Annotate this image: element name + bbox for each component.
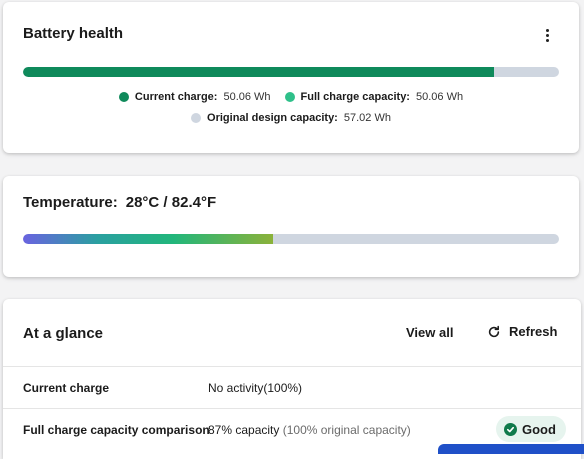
legend-design-capacity: Original design capacity: 57.02 Wh	[191, 112, 391, 124]
battery-health-card: Battery health Current charge: 50.06 Wh …	[3, 2, 579, 153]
temperature-value: 28°C / 82.4°F	[125, 194, 217, 211]
at-a-glance-card: At a glance View all Refresh Current cha…	[3, 299, 581, 459]
current-charge-label: Current charge	[23, 381, 110, 395]
legend-label: Original design capacity:	[207, 112, 338, 124]
status-badge: Good	[496, 416, 566, 442]
status-badge-label: Good	[522, 421, 556, 437]
temperature-fill	[23, 234, 274, 244]
capacity-percent: 87% capacity	[208, 423, 280, 437]
check-circle-icon	[504, 422, 517, 436]
legend-row: Current charge: 50.06 Wh Full charge cap…	[3, 91, 579, 103]
capacity-comparison-label: Full charge capacity comparison	[23, 423, 210, 437]
temperature-bar	[23, 234, 559, 244]
battery-charge-fill	[23, 67, 494, 77]
full-charge-dot-icon	[284, 92, 295, 102]
legend-label: Full charge capacity:	[300, 91, 410, 103]
floating-action-bar[interactable]	[438, 444, 584, 454]
view-all-button[interactable]: View all	[406, 325, 453, 340]
divider	[3, 408, 581, 409]
refresh-button[interactable]: Refresh	[487, 324, 557, 339]
legend-full-charge: Full charge capacity: 50.06 Wh	[284, 91, 464, 103]
current-charge-dot-icon	[118, 92, 129, 102]
legend-value: 50.06 Wh	[223, 91, 271, 103]
legend-current-charge: Current charge: 50.06 Wh	[118, 91, 271, 103]
original-capacity-note: (100% original capacity)	[282, 423, 411, 437]
more-options-icon[interactable]	[537, 24, 557, 46]
battery-health-title: Battery health	[23, 25, 124, 42]
temperature-label: Temperature:	[23, 194, 118, 211]
refresh-icon	[488, 325, 500, 337]
legend-value: 50.06 Wh	[415, 91, 464, 103]
design-capacity-dot-icon	[191, 113, 202, 123]
at-a-glance-title: At a glance	[23, 325, 104, 342]
temperature-card	[3, 176, 579, 277]
current-charge-value: No activity(100%)	[208, 381, 303, 395]
temperature-heading: Temperature: 28°C / 82.4°F	[23, 194, 216, 211]
battery-capacity-bar	[23, 67, 559, 77]
legend-row: Original design capacity: 57.02 Wh	[3, 112, 579, 124]
divider	[3, 366, 581, 367]
refresh-label: Refresh	[509, 324, 558, 339]
legend-value: 57.02 Wh	[343, 112, 391, 124]
capacity-comparison-value: 87% capacity (100% original capacity)	[208, 423, 411, 437]
legend-label: Current charge:	[134, 91, 218, 103]
